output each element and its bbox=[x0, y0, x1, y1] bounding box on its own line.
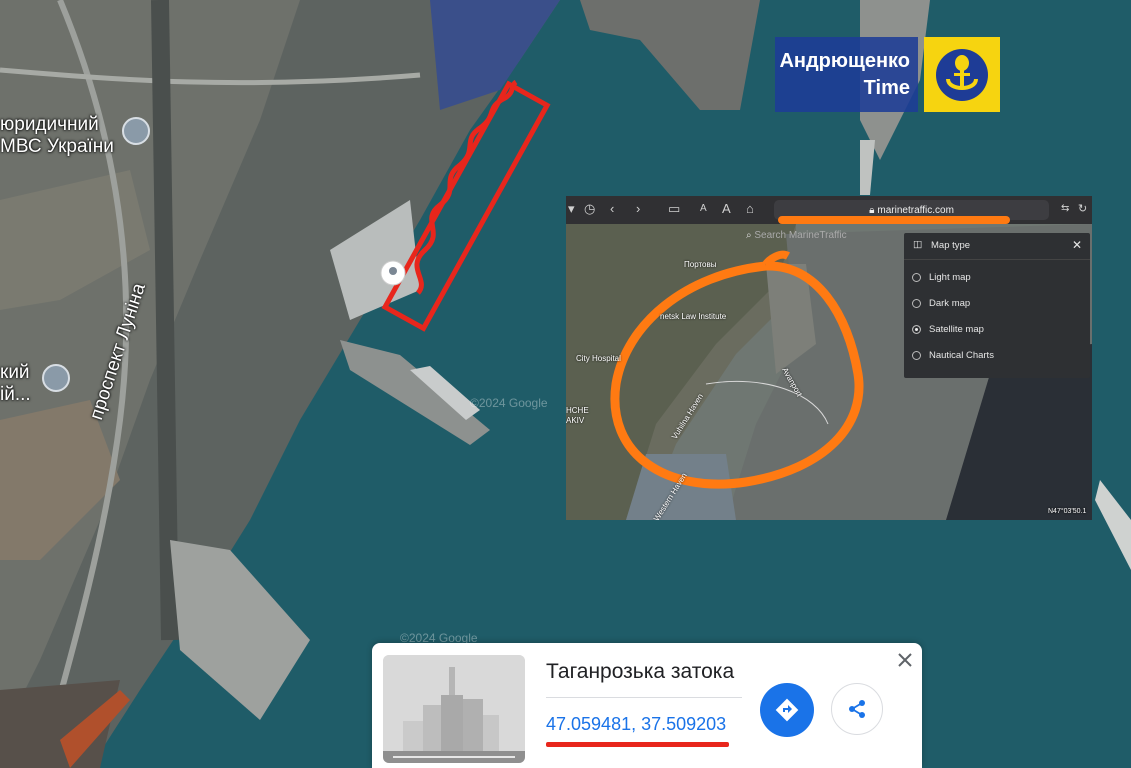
map-label-hospital: City Hospital bbox=[576, 354, 621, 363]
coordinates-link[interactable]: 47.059481, 37.509203 bbox=[546, 714, 726, 735]
directions-button[interactable] bbox=[760, 683, 814, 737]
close-button[interactable] bbox=[896, 651, 914, 669]
tabs-icon[interactable]: ▭ bbox=[668, 201, 680, 217]
radio-icon bbox=[912, 272, 921, 282]
map-coordinate-readout: N47°03'50.1 bbox=[1048, 508, 1087, 515]
font-smaller-button[interactable]: A bbox=[700, 203, 707, 214]
share-icon bbox=[849, 700, 865, 718]
lock-icon: 🔒︎ bbox=[869, 204, 875, 216]
forward-icon[interactable]: › bbox=[636, 201, 640, 216]
close-icon bbox=[898, 653, 912, 667]
map-label-nche: НСНЕ bbox=[566, 406, 589, 415]
option-satellite-map[interactable]: Satellite map bbox=[912, 322, 984, 336]
place-title: Таганрозька затока bbox=[546, 660, 735, 683]
close-icon[interactable]: ✕ bbox=[1072, 238, 1082, 252]
map-label-portovyi: Портовы bbox=[684, 260, 717, 269]
option-nautical-charts[interactable]: Nautical Charts bbox=[912, 348, 994, 362]
map-label-law-institute: netsk Law Institute bbox=[660, 312, 727, 321]
url-highlight bbox=[778, 216, 1010, 224]
history-icon[interactable]: ◷ bbox=[584, 201, 595, 217]
map-label-akiv: AKIV bbox=[566, 416, 585, 425]
place-card: Таганрозька затока 47.059481, 37.509203 bbox=[372, 643, 922, 768]
map-label-institute: юридичний МВС України bbox=[0, 114, 114, 157]
option-dark-map[interactable]: Dark map bbox=[912, 296, 970, 310]
map-type-header: ◫ Map type ✕ bbox=[904, 233, 1090, 260]
map-watermark: ©2024 Google bbox=[470, 396, 548, 410]
radio-selected-icon bbox=[912, 324, 921, 334]
place-pin-icon[interactable] bbox=[42, 364, 70, 392]
radio-icon bbox=[912, 350, 921, 360]
home-icon[interactable]: ⌂ bbox=[746, 201, 754, 216]
brand-name: Андрющенко Time bbox=[775, 37, 918, 112]
embedded-screenshot: ▾ ◷ ‹ › ▭ A A ⌂ 🔒︎ marinetraffic.com ⇆ ↻… bbox=[566, 196, 1092, 520]
radio-icon bbox=[912, 298, 921, 308]
share-button[interactable] bbox=[831, 683, 883, 735]
search-icon: ⌕ bbox=[746, 230, 752, 241]
anchor-microphone-icon bbox=[924, 37, 1000, 112]
divider bbox=[546, 697, 742, 698]
brand-badge: Андрющенко Time bbox=[775, 37, 1000, 112]
map-type-title: Map type bbox=[931, 240, 971, 251]
font-larger-button[interactable]: A bbox=[722, 201, 731, 216]
directions-icon bbox=[775, 698, 799, 722]
back-icon[interactable]: ‹ bbox=[610, 201, 614, 216]
url-text: marinetraffic.com bbox=[877, 204, 954, 216]
option-light-map[interactable]: Light map bbox=[912, 270, 971, 284]
coordinates-highlight bbox=[546, 742, 729, 747]
layers-icon: ◫ bbox=[913, 239, 922, 250]
place-thumbnail[interactable] bbox=[383, 655, 525, 763]
map-type-panel: ◫ Map type ✕ Light map Dark map Satellit… bbox=[904, 233, 1090, 378]
map-label-partial: кий ій... bbox=[0, 362, 31, 405]
marinetraffic-search[interactable]: ⌕ Search MarineTraffic bbox=[746, 230, 847, 241]
translate-icon[interactable]: ⇆ bbox=[1061, 203, 1069, 214]
menu-icon[interactable]: ▾ bbox=[568, 201, 575, 217]
reload-icon[interactable]: ↻ bbox=[1078, 202, 1087, 215]
school-icon[interactable] bbox=[122, 117, 150, 145]
